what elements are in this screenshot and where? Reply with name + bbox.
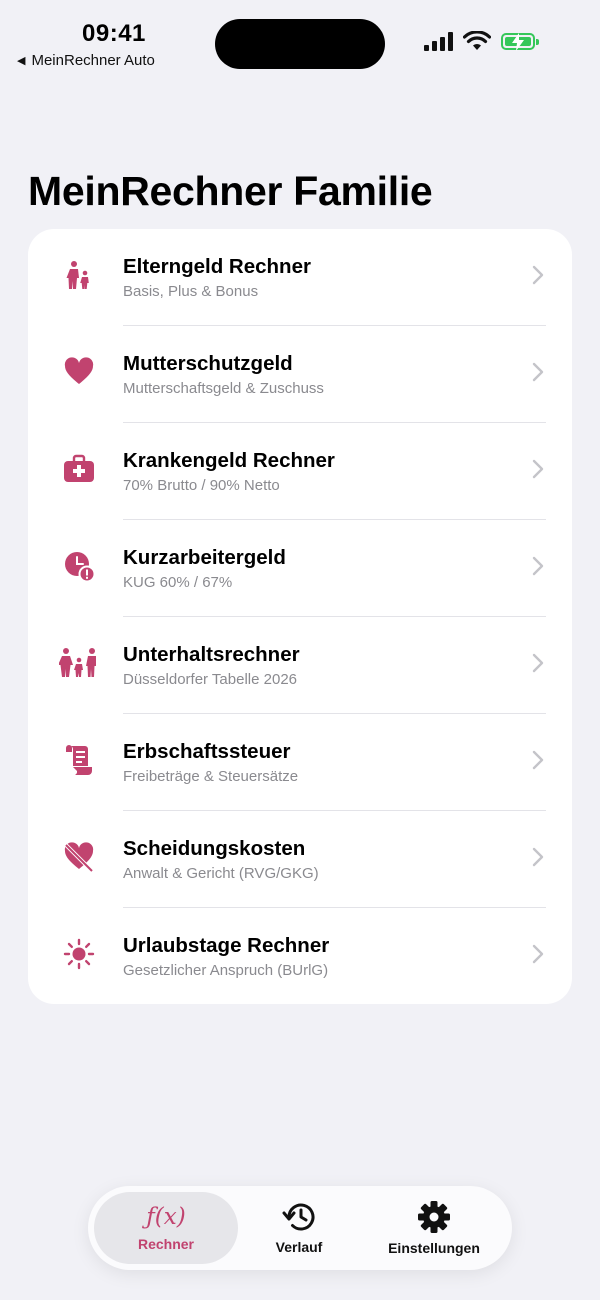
wifi-icon	[463, 31, 491, 50]
calculator-list: Elterngeld Rechner Basis, Plus & Bonus M…	[28, 229, 572, 1004]
heart-slash-icon	[63, 841, 95, 873]
list-item-scheidungskosten[interactable]: Scheidungskosten Anwalt & Gericht (RVG/G…	[28, 811, 572, 908]
list-item-elterngeld[interactable]: Elterngeld Rechner Basis, Plus & Bonus	[28, 229, 572, 326]
tab-label: Verlauf	[275, 1239, 323, 1255]
page-title: MeinRechner Familie	[28, 168, 433, 214]
tab-rechner[interactable]: ƒ(x) Rechner	[94, 1192, 238, 1264]
list-item-subtitle: Mutterschaftsgeld & Zuschuss	[123, 380, 324, 397]
dynamic-island	[215, 19, 385, 69]
list-item-urlaubstage[interactable]: Urlaubstage Rechner Gesetzlicher Anspruc…	[28, 908, 572, 1005]
chevron-right-icon	[532, 750, 544, 770]
back-to-app-link[interactable]: ◀ MeinRechner Auto	[17, 52, 155, 69]
back-triangle-icon: ◀	[17, 55, 26, 67]
list-item-title: Krankengeld Rechner	[123, 449, 335, 472]
medical-bag-icon	[63, 453, 95, 485]
family-walking-icon	[63, 259, 95, 291]
family-icon	[59, 647, 99, 679]
list-item-title: Erbschaftssteuer	[123, 740, 291, 763]
chevron-right-icon	[532, 653, 544, 673]
list-item-subtitle: Basis, Plus & Bonus	[123, 283, 259, 300]
gear-icon	[418, 1201, 450, 1233]
list-item-kurzarbeitergeld[interactable]: Kurzarbeitergeld KUG 60% / 67%	[28, 520, 572, 617]
chevron-right-icon	[532, 556, 544, 576]
list-item-title: Mutterschutzgeld	[123, 352, 293, 375]
tab-bar: ƒ(x) Rechner Verlauf Einstellungen	[88, 1186, 512, 1270]
chevron-right-icon	[532, 847, 544, 867]
list-item-title: Kurzarbeitergeld	[123, 546, 286, 569]
scroll-icon	[63, 744, 95, 776]
tab-einstellungen[interactable]: Einstellungen	[378, 1192, 490, 1264]
back-app-label: MeinRechner Auto	[31, 52, 155, 69]
list-item-title: Scheidungskosten	[123, 837, 306, 860]
clock-alert-icon	[63, 550, 95, 582]
list-item-subtitle: Anwalt & Gericht (RVG/GKG)	[123, 865, 319, 882]
list-item-erbschaftssteuer[interactable]: Erbschaftssteuer Freibeträge & Steuersät…	[28, 714, 572, 811]
status-time: 09:41	[82, 20, 146, 47]
list-item-title: Elterngeld Rechner	[123, 255, 311, 278]
list-item-title: Unterhaltsrechner	[123, 643, 300, 666]
list-item-mutterschutzgeld[interactable]: Mutterschutzgeld Mutterschaftsgeld & Zus…	[28, 326, 572, 423]
list-item-subtitle: Düsseldorfer Tabelle 2026	[123, 671, 298, 688]
tab-label: Einstellungen	[388, 1240, 480, 1256]
list-item-unterhaltsrechner[interactable]: Unterhaltsrechner Düsseldorfer Tabelle 2…	[28, 617, 572, 714]
function-icon: ƒ(x)	[146, 1204, 186, 1230]
list-item-subtitle: Freibeträge & Steuersätze	[123, 768, 299, 785]
list-item-krankengeld[interactable]: Krankengeld Rechner 70% Brutto / 90% Net…	[28, 423, 572, 520]
chevron-right-icon	[532, 459, 544, 479]
chevron-right-icon	[532, 362, 544, 382]
list-item-subtitle: 70% Brutto / 90% Netto	[123, 477, 280, 494]
list-item-subtitle: KUG 60% / 67%	[123, 574, 233, 591]
tab-label: Rechner	[137, 1236, 195, 1252]
history-icon	[282, 1203, 315, 1231]
cellular-signal-icon	[424, 31, 453, 51]
battery-charging-icon	[501, 32, 539, 51]
status-icons	[424, 31, 539, 51]
chevron-right-icon	[532, 265, 544, 285]
list-item-subtitle: Gesetzlicher Anspruch (BUrlG)	[123, 962, 329, 979]
heart-icon	[63, 356, 95, 388]
tab-verlauf[interactable]: Verlauf	[254, 1192, 344, 1264]
sun-icon	[63, 938, 95, 970]
list-item-title: Urlaubstage Rechner	[123, 934, 330, 957]
chevron-right-icon	[532, 944, 544, 964]
